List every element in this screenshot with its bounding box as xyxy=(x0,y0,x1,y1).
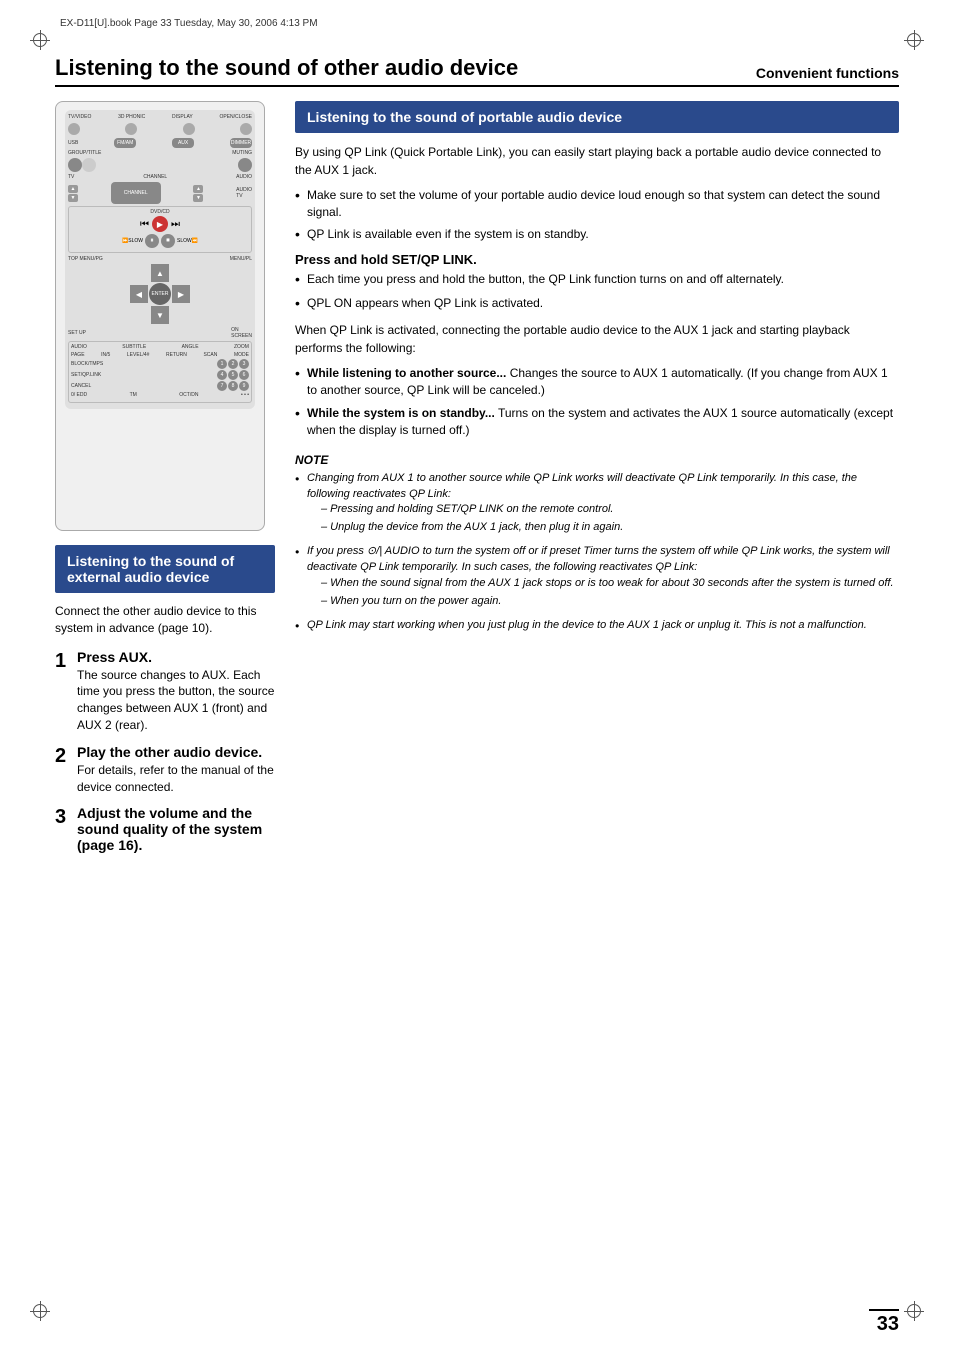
step-1-title: Press AUX. xyxy=(77,649,275,665)
external-audio-section-title: Listening to the sound of external audio… xyxy=(55,545,275,593)
note-dash-2-1: – When the sound signal from the AUX 1 j… xyxy=(321,576,899,592)
main-content: Listening to the sound of other audio de… xyxy=(55,55,899,1296)
note-item-3-content: QP Link may start working when you just … xyxy=(307,618,867,634)
portable-intro: By using QP Link (Quick Portable Link), … xyxy=(295,143,899,179)
when-activated-text: When QP Link is activated, connecting th… xyxy=(295,321,899,357)
press-hold-bullet-2: • QPL ON appears when QP Link is activat… xyxy=(295,295,899,314)
press-hold-text-1: Each time you press and hold the button,… xyxy=(307,271,784,288)
press-hold-heading: Press and hold SET/QP LINK. xyxy=(295,252,899,267)
bullet-icon-4: • xyxy=(295,294,307,314)
step-1: 1 Press AUX. The source changes to AUX. … xyxy=(55,649,275,734)
bullet-icon-6: • xyxy=(295,404,307,424)
remote-body: TV/VIDEO 3D PHONIC DISPLAY OPEN/CLOSE xyxy=(65,110,255,409)
step-3-title: Adjust the volume and the sound quality … xyxy=(77,805,275,853)
bullet-standby: • QP Link is available even if the syste… xyxy=(295,226,899,245)
step-3-number: 3 xyxy=(55,805,77,829)
arrow-up-indicator: ↑ xyxy=(263,202,265,224)
step-2-number: 2 xyxy=(55,744,77,768)
step-3-content: Adjust the volume and the sound quality … xyxy=(77,805,275,855)
note-item-1: • Changing from AUX 1 to another source … xyxy=(295,471,899,539)
note-bullet-3: • xyxy=(295,618,307,635)
page-title: Listening to the sound of other audio de… xyxy=(55,55,756,81)
note-dash-1-1: – Pressing and holding SET/QP LINK on th… xyxy=(321,502,899,518)
activated-text-2: While the system is on standby... Turns … xyxy=(307,405,899,439)
note-item-2: • If you press ⊙/| AUDIO to turn the sys… xyxy=(295,544,899,612)
step-2: 2 Play the other audio device. For detai… xyxy=(55,744,275,796)
file-info: EX-D11[U].book Page 33 Tuesday, May 30, … xyxy=(60,18,318,29)
press-hold-text-2: QPL ON appears when QP Link is activated… xyxy=(307,295,543,312)
note-dash-2-2: – When you turn on the power again. xyxy=(321,594,899,610)
note-bullet-1: • xyxy=(295,471,307,488)
note-item-1-content: Changing from AUX 1 to another source wh… xyxy=(307,471,899,539)
bullet-icon-2: • xyxy=(295,225,307,245)
note-section: NOTE • Changing from AUX 1 to another so… xyxy=(295,453,899,636)
step-2-content: Play the other audio device. For details… xyxy=(77,744,275,796)
press-hold-bullet-1: • Each time you press and hold the butto… xyxy=(295,271,899,290)
crosshair-bottom-right xyxy=(904,1301,924,1321)
page-number: 33 xyxy=(869,1309,899,1336)
activated-bullet-2: • While the system is on standby... Turn… xyxy=(295,405,899,439)
bullet-volume-text: Make sure to set the volume of your port… xyxy=(307,187,899,221)
page-subtitle: Convenient functions xyxy=(756,65,899,81)
note-title: NOTE xyxy=(295,453,899,467)
step-1-content: Press AUX. The source changes to AUX. Ea… xyxy=(77,649,275,734)
note-item-3: • QP Link may start working when you jus… xyxy=(295,618,899,635)
crosshair-top-right xyxy=(904,30,924,50)
bullet-icon-3: • xyxy=(295,270,307,290)
bullet-standby-text: QP Link is available even if the system … xyxy=(307,226,589,243)
note-dash-1-2: – Unplug the device from the AUX 1 jack,… xyxy=(321,520,899,536)
page: EX-D11[U].book Page 33 Tuesday, May 30, … xyxy=(0,0,954,1351)
bullet-volume: • Make sure to set the volume of your po… xyxy=(295,187,899,221)
step-3: 3 Adjust the volume and the sound qualit… xyxy=(55,805,275,855)
bullet-icon-1: • xyxy=(295,186,307,206)
step-1-desc: The source changes to AUX. Each time you… xyxy=(77,667,275,734)
portable-audio-section-title: Listening to the sound of portable audio… xyxy=(295,101,899,133)
connect-description: Connect the other audio device to this s… xyxy=(55,603,275,637)
note-bullet-2: • xyxy=(295,544,307,561)
step-2-desc: For details, refer to the manual of the … xyxy=(77,762,275,796)
crosshair-top-left xyxy=(30,30,50,50)
step-1-number: 1 xyxy=(55,649,77,673)
left-column: TV/VIDEO 3D PHONIC DISPLAY OPEN/CLOSE xyxy=(55,101,275,865)
right-column: Listening to the sound of portable audio… xyxy=(295,101,899,865)
page-header: Listening to the sound of other audio de… xyxy=(55,55,899,87)
bullet-icon-5: • xyxy=(295,364,307,384)
remote-control-image: TV/VIDEO 3D PHONIC DISPLAY OPEN/CLOSE xyxy=(55,101,265,531)
two-column-layout: TV/VIDEO 3D PHONIC DISPLAY OPEN/CLOSE xyxy=(55,101,899,865)
activated-text-1: While listening to another source... Cha… xyxy=(307,365,899,399)
note-item-2-content: If you press ⊙/| AUDIO to turn the syste… xyxy=(307,544,899,612)
crosshair-bottom-left xyxy=(30,1301,50,1321)
step-2-title: Play the other audio device. xyxy=(77,744,275,760)
activated-bullet-1: • While listening to another source... C… xyxy=(295,365,899,399)
